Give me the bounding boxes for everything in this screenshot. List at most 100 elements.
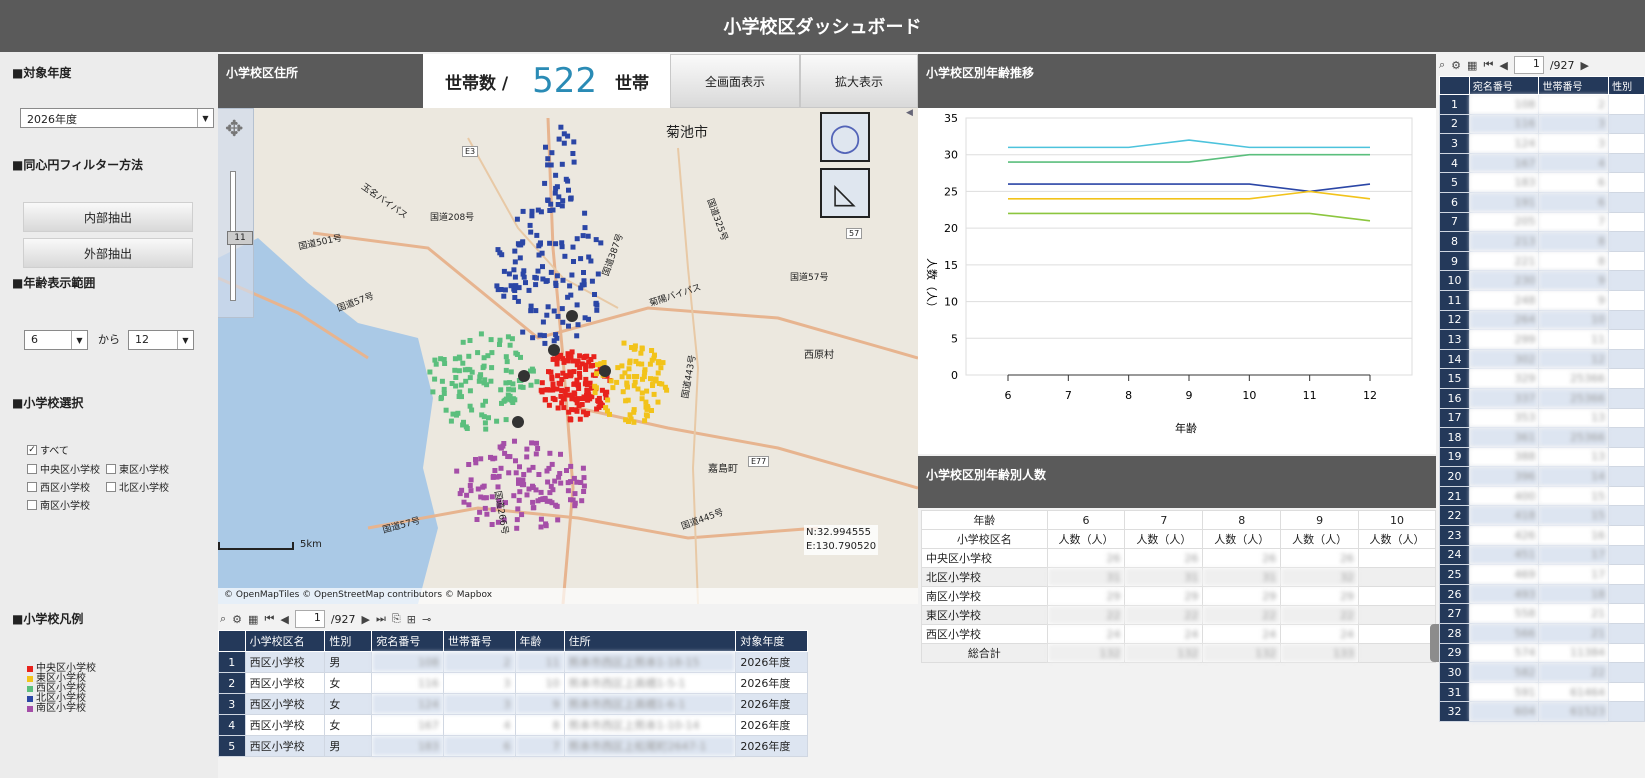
page-input[interactable]: 1 (1513, 56, 1544, 74)
zoom-control[interactable]: ✥ 11 (218, 108, 254, 318)
table-row[interactable]: 29 574 11384 (1439, 642, 1645, 664)
table-row[interactable]: 16 337 25366 (1439, 387, 1645, 409)
pan-icon[interactable]: ✥ (225, 117, 243, 142)
checkbox-icon[interactable] (27, 463, 37, 474)
zoom-view-button[interactable]: 拡大表示 (800, 54, 918, 108)
column-header[interactable]: 性別 (324, 630, 373, 652)
column-header[interactable]: 宛名番号 (371, 630, 444, 652)
table-row[interactable]: 7 205 7 (1439, 211, 1645, 233)
polygon-select-icon[interactable]: ◺ (820, 168, 870, 218)
slider-icon[interactable]: ⊸ (422, 613, 431, 626)
prev-page-icon[interactable]: ◀ (1499, 59, 1507, 72)
checkbox-kita[interactable]: 北区小学校 (106, 479, 169, 494)
table-row[interactable]: 26 493 18 (1439, 583, 1645, 605)
table-row[interactable]: 20 396 14 (1439, 466, 1645, 487)
table-row[interactable]: 9 221 8 (1439, 250, 1645, 272)
table-row[interactable]: 31 591 61464 (1439, 681, 1645, 703)
zoom-slider-handle[interactable]: 11 (227, 231, 253, 245)
table-row[interactable]: 25 469 17 (1439, 564, 1645, 585)
column-header[interactable]: 住所 (563, 630, 737, 652)
table-row[interactable]: 4 167 4 (1439, 152, 1645, 174)
first-page-icon[interactable]: ⏮ (1483, 58, 1493, 72)
checkbox-all[interactable]: ✓ すべて (27, 442, 69, 457)
export-icon[interactable]: ⎘ (392, 612, 401, 626)
year-select[interactable]: 2026年度 ▼ (20, 108, 214, 128)
school-pin[interactable] (599, 365, 611, 377)
table-row[interactable]: 12 264 10 (1439, 309, 1645, 331)
table-row[interactable]: 30 582 22 (1439, 662, 1645, 683)
school-pin[interactable] (548, 344, 560, 356)
school-pin[interactable] (512, 416, 524, 428)
table-row[interactable]: 14 302 12 (1439, 348, 1645, 370)
column-header[interactable]: 年齢 (514, 630, 565, 652)
search-table-icon[interactable]: ⌕ (1439, 58, 1445, 72)
school-pin[interactable] (518, 370, 530, 382)
table-row[interactable]: 1 西区小学校男 108 2 11 熊本市西区上熊本1-18-15 2026年度 (218, 651, 808, 673)
checkbox-nishi[interactable]: 西区小学校 (27, 479, 90, 494)
checkbox-minami[interactable]: 南区小学校 (27, 497, 90, 512)
column-header[interactable]: 対象年度 (735, 630, 808, 652)
table-row[interactable]: 27 558 21 (1439, 603, 1645, 625)
age-from-select[interactable]: 6 ▼ (24, 330, 88, 350)
table-row[interactable]: 2 西区小学校女 116 3 10 熊本市西区上高橋1-5-1 2026年度 (218, 672, 808, 694)
next-page-icon[interactable]: ▶ (362, 613, 370, 626)
column-header[interactable]: 性別 (1608, 76, 1645, 95)
map-view[interactable]: 菊池市 嘉島町 西原村 国道208号 国道501号 国道387号 国道325号 … (218, 108, 918, 604)
checkbox-icon[interactable] (106, 481, 116, 492)
table-row[interactable]: 8 213 8 (1439, 231, 1645, 252)
table-row[interactable]: 24 451 17 (1439, 544, 1645, 566)
chevron-down-icon[interactable]: ▼ (71, 331, 87, 349)
fullscreen-button[interactable]: 全画面表示 (670, 54, 800, 108)
age-to-select[interactable]: 12 ▼ (128, 330, 194, 350)
table-row[interactable]: 11 248 9 (1439, 289, 1645, 311)
table-row[interactable]: 3 西区小学校女 124 3 9 熊本市西区上高橋1-6-1 2026年度 (218, 693, 808, 715)
table-row[interactable]: 18 361 25366 (1439, 427, 1645, 448)
grid-icon[interactable]: ▦ (248, 613, 258, 626)
grid-icon[interactable]: ▦ (1467, 59, 1477, 72)
column-header[interactable]: 小学校区名 (244, 630, 326, 652)
table-row[interactable]: 32 604 61523 (1439, 701, 1645, 722)
table-row[interactable]: 6 191 6 (1439, 191, 1645, 213)
table-row[interactable]: 13 299 11 (1439, 329, 1645, 350)
school-pin[interactable] (566, 310, 578, 322)
gear-icon[interactable]: ⚙ (232, 613, 242, 626)
table-row[interactable]: 22 418 15 (1439, 505, 1645, 527)
circle-select-icon[interactable]: ◯ (820, 112, 870, 162)
inner-extract-button[interactable]: 内部抽出 (23, 202, 193, 232)
excel-icon[interactable]: ⊞ (407, 613, 416, 626)
column-header[interactable]: 世帯番号 (442, 630, 516, 652)
table-row[interactable]: 17 353 13 (1439, 407, 1645, 429)
search-table-icon[interactable]: ⌕ (220, 612, 226, 626)
collapse-arrow-icon[interactable]: ◀ (906, 108, 918, 120)
table-row[interactable]: 3 124 3 (1439, 133, 1645, 154)
column-header[interactable]: 世帯番号 (1538, 76, 1610, 95)
checkbox-icon[interactable] (27, 499, 37, 510)
gear-icon[interactable]: ⚙ (1451, 59, 1461, 72)
table-row[interactable]: 15 329 25366 (1439, 368, 1645, 389)
last-page-icon[interactable]: ⏭ (376, 612, 386, 626)
column-header[interactable]: 宛名番号 (1468, 76, 1540, 95)
side-collapse-tab[interactable] (1430, 624, 1439, 662)
table-row[interactable]: 19 388 13 (1439, 446, 1645, 468)
table-row[interactable]: 10 230 9 (1439, 270, 1645, 291)
first-page-icon[interactable]: ⏮ (264, 612, 274, 626)
chevron-down-icon[interactable]: ▼ (177, 331, 193, 349)
table-row[interactable]: 2 116 3 (1439, 113, 1645, 135)
table-row[interactable]: 5 183 6 (1439, 172, 1645, 193)
table-row[interactable]: 23 426 16 (1439, 525, 1645, 546)
prev-page-icon[interactable]: ◀ (280, 613, 288, 626)
checkbox-icon[interactable] (106, 463, 116, 474)
table-row[interactable]: 21 400 15 (1439, 485, 1645, 507)
next-page-icon[interactable]: ▶ (1581, 59, 1589, 72)
checkbox-icon[interactable] (27, 481, 37, 492)
outer-extract-button[interactable]: 外部抽出 (23, 238, 193, 268)
checkbox-higashi[interactable]: 東区小学校 (106, 461, 169, 476)
chevron-down-icon[interactable]: ▼ (197, 109, 213, 127)
table-row[interactable]: 4 西区小学校女 167 4 8 熊本市西区上熊本1-10-14 2026年度 (218, 714, 808, 736)
checkbox-checked-icon[interactable]: ✓ (27, 444, 37, 455)
page-input[interactable]: 1 (294, 610, 325, 628)
table-row[interactable]: 5 西区小学校男 183 6 7 熊本市西区上松尾町2647-1 2026年度 (218, 735, 808, 757)
table-row[interactable]: 1 108 2 (1439, 94, 1645, 115)
table-row[interactable]: 28 566 21 (1439, 623, 1645, 644)
checkbox-chuo[interactable]: 中央区小学校 (27, 461, 100, 476)
